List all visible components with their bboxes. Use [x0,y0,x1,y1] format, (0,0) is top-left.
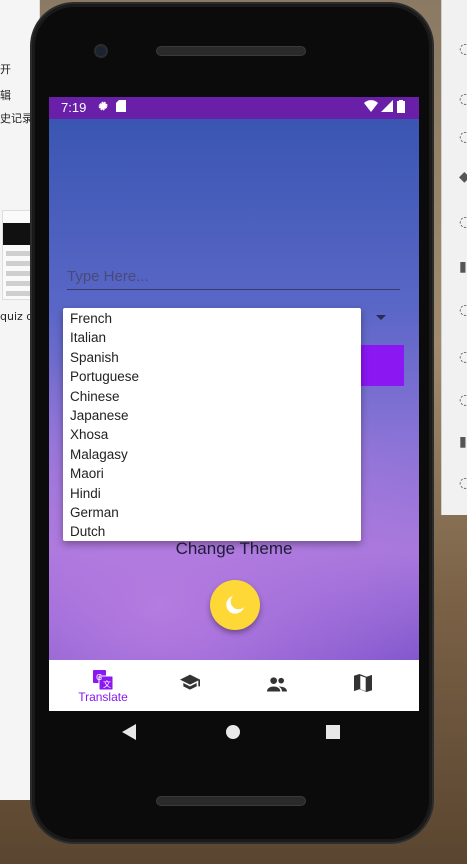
language-option[interactable]: French [63,309,361,328]
language-option[interactable]: Portuguese [63,367,361,386]
battery-icon [397,100,405,116]
language-option[interactable]: Italian [63,328,361,347]
phone-frame: 7:19 Change Theme [30,2,434,844]
nav-item-map[interactable] [318,660,410,711]
moon-icon [226,596,244,614]
bottom-navigation: G 文 Translate [49,660,419,711]
nav-item-translate[interactable]: G 文 Translate [57,660,149,711]
school-icon [180,674,200,690]
bottom-speaker [156,796,306,806]
nav-item-learn[interactable] [144,660,236,711]
wifi-icon [364,100,378,115]
nav-label-translate: Translate [78,690,128,704]
svg-text:G: G [96,673,102,682]
back-icon[interactable] [122,724,136,740]
background-text: 辑 [0,89,11,102]
signal-icon [381,100,393,115]
home-icon[interactable] [225,724,241,740]
system-navigation-bar [32,714,436,754]
sd-card-icon [116,100,126,115]
background-toolbar-icon: ◌ [459,129,467,145]
language-option[interactable]: Japanese [63,406,361,425]
background-toolbar-icon: ◌ [459,91,467,107]
translate-icon: G 文 [93,670,113,690]
background-toolbar-icon: ◌ [459,41,467,57]
status-bar: 7:19 [49,97,419,119]
background-toolbar-icon: ◌ [459,302,467,318]
text-input-container [67,264,400,290]
language-option[interactable]: Malagasy [63,445,361,464]
background-toolbar-icon: ◌ [459,475,467,491]
language-dropdown-menu: French Italian Spanish Portuguese Chines… [63,308,361,541]
background-toolbar-icon: ▮ [459,434,467,450]
people-icon [267,677,287,692]
nav-item-people[interactable] [231,660,323,711]
translate-text-input[interactable] [67,264,400,289]
language-option[interactable]: Spanish [63,348,361,367]
background-text: 开 [0,63,11,76]
background-text: quiz d [0,310,34,323]
language-option[interactable]: Hindi [63,484,361,503]
phone-screen: 7:19 Change Theme [49,97,419,711]
language-option[interactable]: Dutch [63,522,361,541]
front-camera [94,44,108,58]
top-speaker [156,46,306,56]
language-option[interactable]: Xhosa [63,425,361,444]
language-option[interactable]: Maori [63,464,361,483]
theme-toggle-button[interactable] [210,580,260,630]
background-text: 史记录 [0,112,33,125]
status-time: 7:19 [61,100,87,115]
dropdown-arrow-icon[interactable] [376,315,386,320]
background-toolbar-icon: ◆ [459,169,467,185]
translate-screen: Change Theme French Italian Spanish Port… [49,119,419,660]
map-icon [354,674,372,692]
recents-icon[interactable] [326,725,340,739]
svg-text:文: 文 [103,679,111,689]
background-toolbar-icon: ◌ [459,214,467,230]
background-toolbar-icon: ▮ [459,259,467,275]
language-option[interactable]: Chinese [63,387,361,406]
language-option[interactable]: German [63,503,361,522]
change-theme-label: Change Theme [175,539,293,558]
background-toolbar-icon: ◌ [459,349,467,365]
background-toolbar-icon: ◌ [459,392,467,408]
settings-icon [97,100,109,115]
